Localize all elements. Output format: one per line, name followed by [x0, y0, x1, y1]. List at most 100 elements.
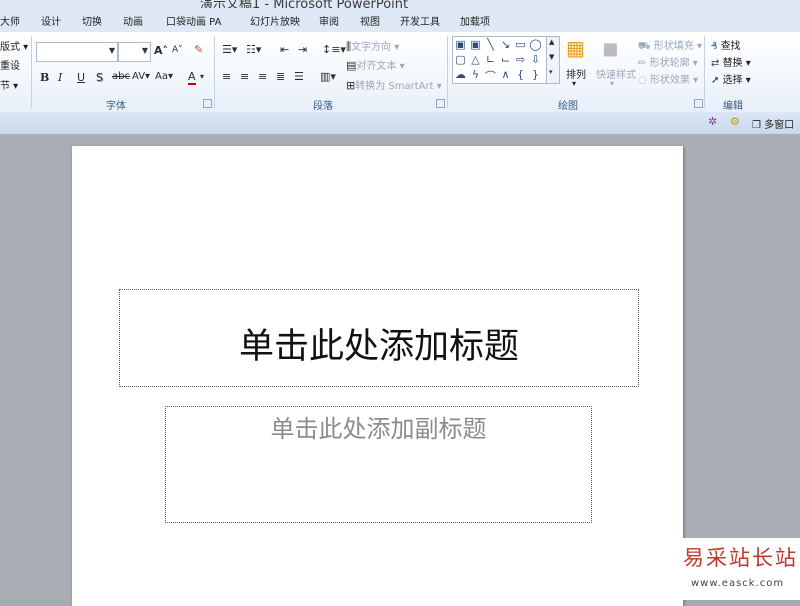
curve-shape-icon[interactable]: ⌒ — [484, 68, 497, 84]
align-left-icon[interactable]: ≡ — [222, 70, 231, 83]
text-direction-button[interactable]: ⫼文字方向 ▾ — [346, 38, 399, 54]
distributed-icon[interactable]: ☰ — [294, 70, 304, 83]
decrease-indent-icon[interactable]: ⇤ — [280, 43, 289, 56]
replace-icon: ⇄ — [711, 58, 720, 69]
shadow-button[interactable]: S — [96, 71, 103, 84]
arrow-line-shape-icon[interactable]: ↘ — [499, 38, 512, 51]
oval-shape-icon[interactable]: ◯ — [529, 38, 542, 51]
drawing-dialog-launcher-icon[interactable] — [694, 99, 703, 108]
right-arrow-shape-icon[interactable]: ⇨ — [514, 53, 527, 66]
more-icon[interactable]: ▾ — [549, 68, 553, 76]
align-right-icon[interactable]: ≡ — [258, 70, 267, 83]
font-group-label: 字体 — [106, 101, 126, 112]
shapes-gallery-scrollbar[interactable]: ▲ ▼ ▾ — [546, 36, 560, 84]
window-icon: ❐ — [752, 120, 761, 131]
replace-button[interactable]: ⇄ 替换 ▾ — [711, 54, 751, 69]
tab-pocket-animation[interactable]: 口袋动画 PA — [166, 13, 221, 28]
font-color-button[interactable]: A — [188, 70, 196, 85]
chevron-down-icon: ▼ — [108, 46, 115, 55]
group-separator — [214, 36, 215, 108]
select-button[interactable]: ➚ 选择 ▾ — [711, 71, 751, 86]
title-bar: 演示文稿1 - Microsoft PowerPoint — [0, 0, 800, 8]
align-text-button[interactable]: ▤对齐文本 ▾ — [346, 57, 405, 72]
pen-icon: ✏ — [638, 58, 647, 69]
left-brace-shape-icon[interactable]: { — [514, 68, 527, 81]
shape-outline-button[interactable]: ✏ 形状轮廓 ▾ — [638, 54, 698, 69]
tab-slideshow[interactable]: 幻灯片放映 — [250, 13, 300, 28]
shape-effects-button[interactable]: ◌ 形状效果 ▾ — [638, 71, 698, 86]
grow-font-icon[interactable]: A˄ — [154, 44, 168, 57]
chevron-down-icon: ▼ — [141, 46, 148, 55]
clear-format-icon[interactable]: ✎ — [194, 43, 203, 56]
line-spacing-icon[interactable]: ↕≡▾ — [322, 43, 346, 56]
justify-icon[interactable]: ≣ — [276, 70, 285, 83]
chevron-down-icon[interactable]: ▼ — [549, 53, 554, 61]
group-separator — [447, 36, 448, 108]
tab-master[interactable]: 大师 — [0, 13, 20, 28]
paragraph-dialog-launcher-icon[interactable] — [436, 99, 445, 108]
settings-icon[interactable]: ⚙ — [730, 115, 740, 128]
slide[interactable]: 单击此处添加标题 单击此处添加副标题 — [72, 146, 683, 606]
line-shape-icon[interactable]: ╲ — [484, 38, 497, 51]
bullets-icon[interactable]: ☰▾ — [222, 43, 237, 56]
arrange-button[interactable]: ▦ 排列 ▾ — [562, 36, 590, 92]
magic-icon[interactable]: ✲ — [708, 115, 717, 128]
lightning-shape-icon[interactable]: ϟ — [469, 68, 482, 81]
numbering-icon[interactable]: ☷▾ — [246, 43, 261, 56]
align-center-icon[interactable]: ≡ — [240, 70, 249, 83]
chevron-up-icon[interactable]: ▲ — [549, 38, 554, 46]
font-dialog-launcher-icon[interactable] — [203, 99, 212, 108]
reset-button[interactable]: 重设 — [0, 57, 20, 72]
quick-styles-icon: ◼ — [602, 36, 619, 60]
font-name-combo[interactable]: ▼ — [36, 42, 118, 62]
rounded-rect-shape-icon[interactable]: ▢ — [454, 53, 467, 66]
elbow-connector-shape-icon[interactable]: ∟ — [484, 53, 497, 66]
arc-shape-icon[interactable]: ∧ — [499, 68, 512, 81]
multi-window-button[interactable]: ❐ 多窗口 — [752, 116, 794, 131]
layout-button[interactable]: 版式 ▾ — [0, 38, 28, 53]
triangle-shape-icon[interactable]: △ — [469, 53, 482, 66]
rectangle-shape-icon[interactable]: ▭ — [514, 38, 527, 51]
section-button[interactable]: 节 ▾ — [0, 77, 18, 92]
italic-button[interactable]: I — [58, 71, 62, 84]
group-separator — [704, 36, 705, 108]
quick-styles-button[interactable]: ◼ 快速样式 ▾ — [594, 36, 636, 92]
title-placeholder[interactable]: 单击此处添加标题 — [119, 289, 639, 387]
change-case-button[interactable]: Aa▾ — [155, 71, 173, 82]
tab-developer[interactable]: 开发工具 — [400, 13, 440, 28]
editing-group-label: 编辑 — [723, 101, 743, 112]
increase-indent-icon[interactable]: ⇥ — [298, 43, 307, 56]
shapes-gallery[interactable]: ▣ ▣ ╲ ↘ ▭ ◯ ▢ △ ∟ ⌙ ⇨ ⇩ ☁ ϟ ⌒ ∧ { } — [452, 36, 548, 84]
slide-canvas: 单击此处添加标题 单击此处添加副标题 — [0, 134, 800, 606]
underline-button[interactable]: U — [77, 71, 85, 84]
tab-addins[interactable]: 加载项 — [460, 13, 490, 28]
cursor-icon: ➚ — [711, 75, 720, 86]
char-spacing-button[interactable]: AV▾ — [132, 71, 150, 82]
title-placeholder-text: 单击此处添加标题 — [238, 327, 519, 367]
tab-animations[interactable]: 动画 — [123, 13, 143, 28]
find-button[interactable]: ₰ 查找 — [711, 37, 741, 52]
shape-fill-button[interactable]: ⛟ 形状填充 ▾ — [638, 37, 702, 54]
right-brace-shape-icon[interactable]: } — [529, 68, 542, 81]
columns-icon[interactable]: ▥▾ — [320, 70, 336, 83]
ribbon-tabs: 大师 设计 切换 动画 口袋动画 PA 幻灯片放映 审阅 视图 开发工具 加载项 — [0, 8, 800, 32]
font-size-combo[interactable]: ▼ — [118, 42, 151, 62]
down-arrow-shape-icon[interactable]: ⇩ — [529, 53, 542, 66]
strikethrough-button[interactable]: abc — [112, 71, 130, 82]
paragraph-group-label: 段落 — [313, 101, 333, 112]
drawing-group-label: 绘图 — [558, 101, 578, 112]
tab-review[interactable]: 审阅 — [319, 13, 339, 28]
shrink-font-icon[interactable]: A˅ — [172, 45, 183, 55]
freeform-shape-icon[interactable]: ☁ — [454, 68, 467, 81]
subtitle-placeholder[interactable]: 单击此处添加副标题 — [165, 406, 592, 523]
smartart-icon: ⊞ — [346, 79, 356, 92]
arrange-icon: ▦ — [566, 36, 585, 60]
vertical-textbox-shape-icon[interactable]: ▣ — [469, 38, 482, 51]
bold-button[interactable]: B — [40, 71, 49, 84]
tab-design[interactable]: 设计 — [41, 13, 61, 28]
tab-transitions[interactable]: 切换 — [82, 13, 102, 28]
convert-smartart-button[interactable]: ⊞转换为 SmartArt ▾ — [346, 77, 442, 92]
tab-view[interactable]: 视图 — [360, 13, 380, 28]
textbox-shape-icon[interactable]: ▣ — [454, 38, 467, 51]
elbow-arrow-shape-icon[interactable]: ⌙ — [499, 53, 512, 66]
